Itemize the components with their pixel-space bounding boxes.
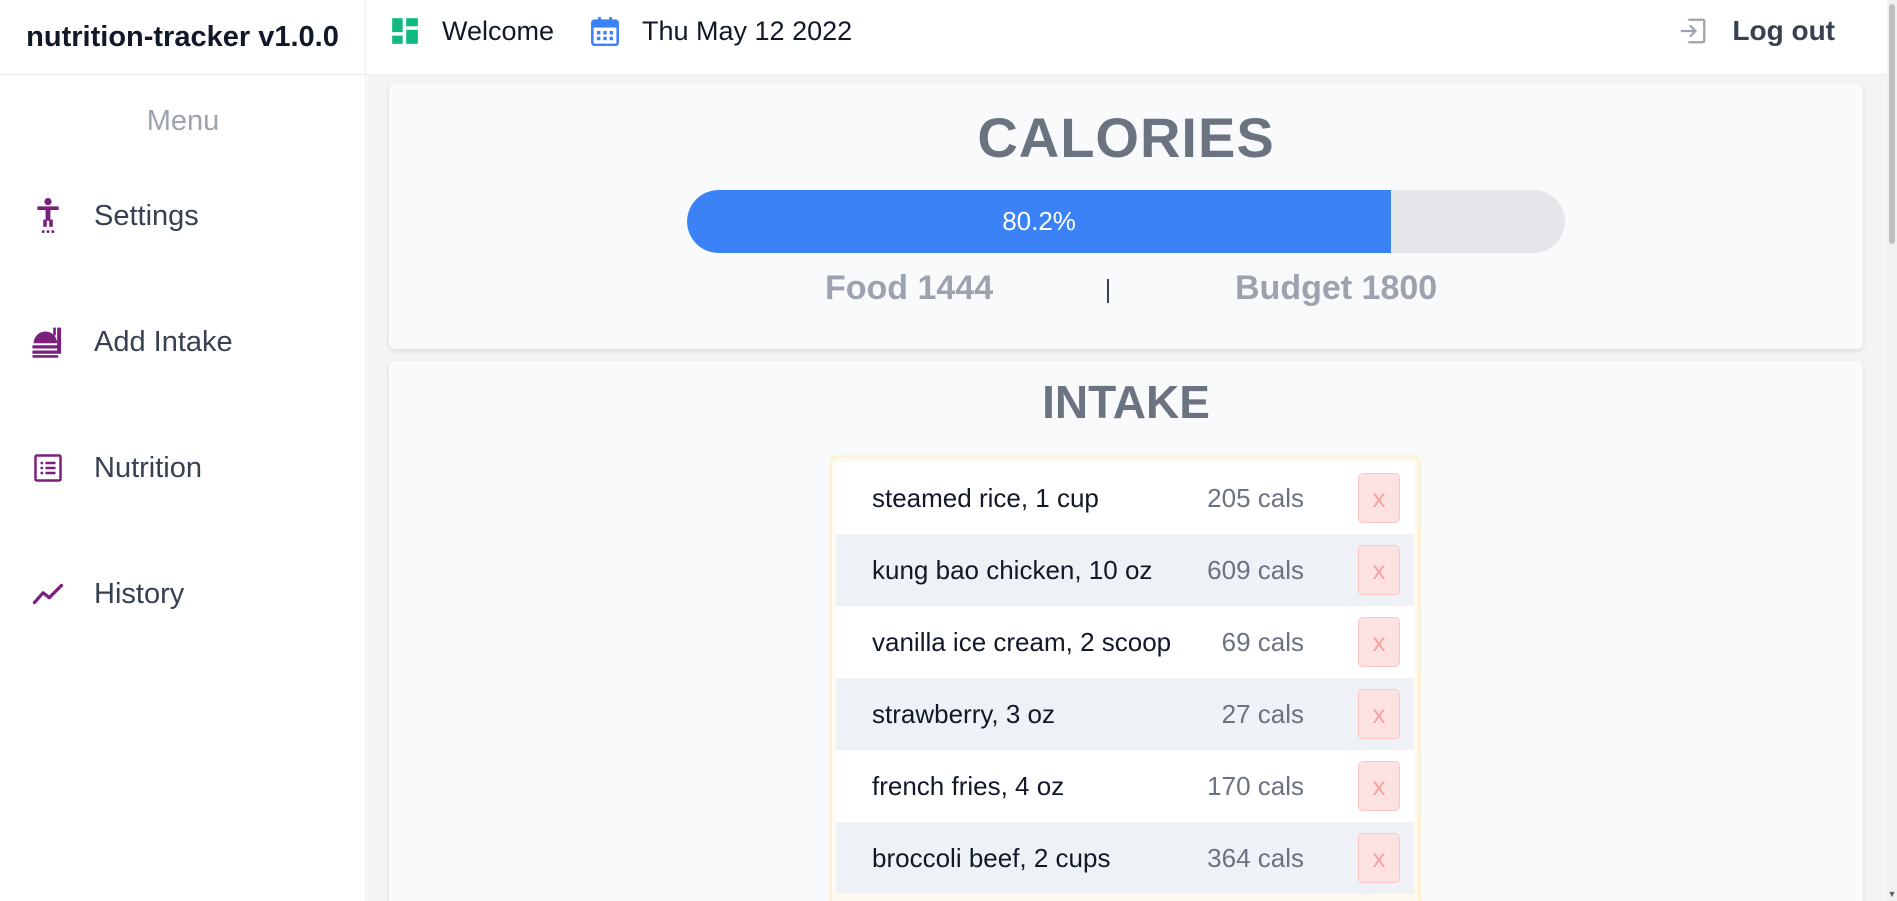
sidebar-item-nutrition[interactable]: Nutrition [30,443,202,493]
sidebar-item-label: Settings [94,199,199,232]
list-item: kung bao chicken, 10 oz 609 cals x [836,534,1414,606]
food-calories: 205 cals [1207,482,1304,513]
sidebar-item-history[interactable]: History [30,569,184,619]
food-name: steamed rice, 1 cup [872,482,1099,513]
intake-title: INTAKE [1042,376,1210,428]
delete-button[interactable]: x [1358,833,1400,883]
calorie-progress-fill: 80.2% [687,190,1392,253]
sidebar-item-label: Nutrition [94,451,202,484]
food-name: broccoli beef, 2 cups [872,842,1111,873]
main-content: CALORIES 80.2% Food 1444 Budget 1800 INT… [367,75,1887,901]
food-icon [30,324,66,360]
scroll-down-icon[interactable]: ▼ [1887,889,1897,899]
food-calories: 69 cals [1221,626,1304,657]
sidebar-item-settings[interactable]: Settings [30,191,199,241]
stat-divider [1107,279,1109,303]
food-calories: 609 cals [1207,554,1304,585]
sidebar-item-label: Add Intake [94,325,233,358]
welcome-link[interactable]: Welcome [390,0,554,62]
person-icon [30,198,66,234]
food-name: vanilla ice cream, 2 scoop [872,626,1172,657]
list-icon [30,450,66,486]
food-calories: 170 cals [1207,770,1304,801]
sidebar-item-label: History [94,577,185,610]
delete-button[interactable]: x [1358,761,1400,811]
top-header: nutrition-tracker v1.0.0 Welcome Thu May… [0,0,1887,75]
food-name: french fries, 4 oz [872,770,1065,801]
delete-button[interactable]: x [1358,545,1400,595]
list-item: french fries, 4 oz 170 cals x [836,750,1414,822]
calorie-progress-label: 80.2% [1002,206,1076,236]
food-calories: 27 cals [1221,698,1304,729]
food-calories: 364 cals [1207,842,1304,873]
budget-calories: Budget 1800 [1235,269,1438,307]
sidebar-item-add-intake[interactable]: Add Intake [30,317,233,367]
page-scrollbar[interactable]: ▼ [1887,0,1897,901]
logout-label: Log out [1732,15,1835,46]
list-item: broccoli beef, 2 cups 364 cals x [836,822,1414,894]
welcome-label: Welcome [442,15,555,46]
app-title: nutrition-tracker v1.0.0 [0,0,366,75]
logout-button[interactable]: Log out [1678,0,1835,62]
calendar-icon [590,16,620,46]
delete-button[interactable]: x [1358,689,1400,739]
calories-title: CALORIES [977,106,1275,169]
trend-icon [30,576,66,612]
logout-icon [1678,15,1710,47]
dashboard-icon [390,16,420,46]
delete-button[interactable]: x [1358,473,1400,523]
delete-button[interactable]: x [1358,617,1400,667]
scrollbar-thumb[interactable] [1889,4,1895,244]
calories-card: CALORIES 80.2% Food 1444 Budget 1800 [389,83,1863,349]
list-item: vanilla ice cream, 2 scoop 69 cals x [836,606,1414,678]
intake-card: INTAKE steamed rice, 1 cup 205 cals x ku… [389,361,1863,901]
food-name: strawberry, 3 oz [872,698,1056,729]
intake-list: steamed rice, 1 cup 205 cals x kung bao … [829,455,1421,901]
food-name: kung bao chicken, 10 oz [872,554,1153,585]
list-item: steamed rice, 1 cup 205 cals x [836,462,1414,534]
list-item: strawberry, 3 oz 27 cals x [836,678,1414,750]
menu-title: Menu [146,105,220,137]
calorie-progress-bar: 80.2% [687,190,1565,253]
date-label: Thu May 12 2022 [642,15,853,46]
food-calories: Food 1444 [825,269,994,307]
sidebar: Menu Settings Add Intake Nutrition Histo… [0,75,366,901]
date-display: Thu May 12 2022 [590,0,852,62]
